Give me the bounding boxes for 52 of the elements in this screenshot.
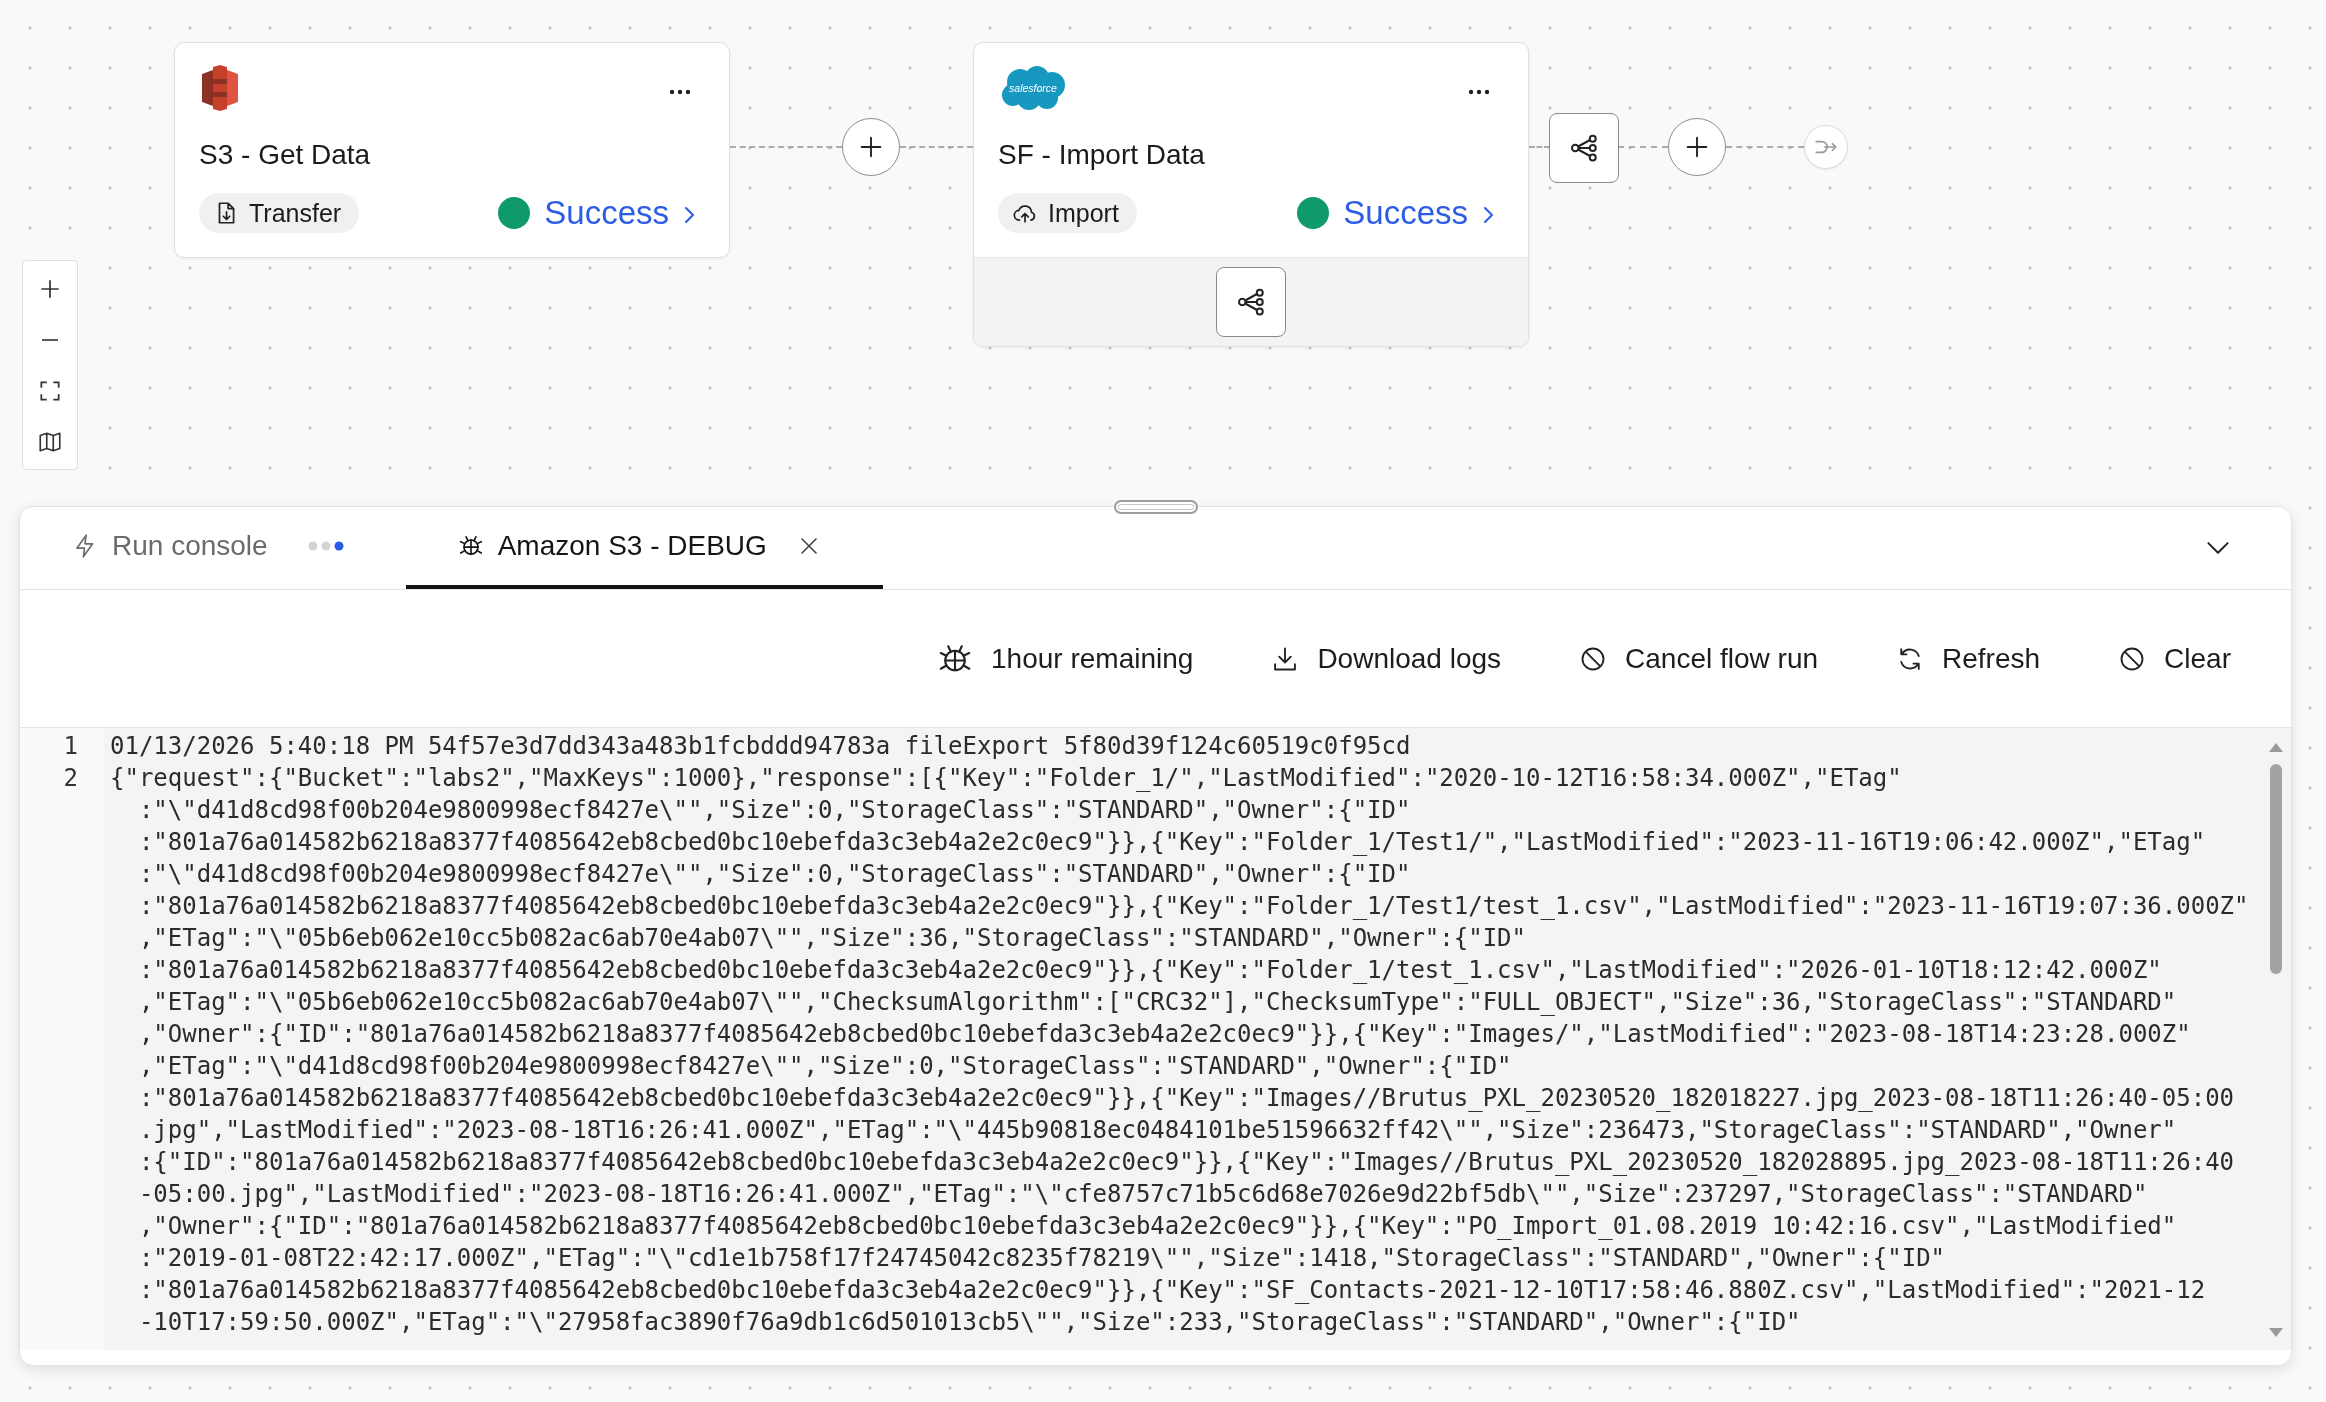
status-link[interactable]: Success	[544, 194, 701, 232]
log-line: :"2019-01-08T22:42:17.000Z","ETag":"\"cd1e1b758f17f24745042c8235f78219\"","Size":1418,"StorageClass":"STANDARD","Owner":{"ID"	[138, 1243, 1946, 1274]
status-link[interactable]: Success	[1343, 194, 1500, 232]
toolbar-button[interactable]: Download logs	[1271, 642, 1502, 675]
tab[interactable]: Run console	[20, 507, 406, 589]
log-line: ,"ETag":"\"05b6eb062e10cc5b082ac6ab70e4ab07\"","ChecksumAlgorithm":["CRC32"],"ChecksumType":"FULL_OBJECT","Size":36,"StorageClass":"STANDARD"	[138, 987, 2177, 1018]
log-line: {"request":{"Bucket":"labs2","MaxKeys":1000},"response":[{"Key":"Folder_1/","LastModified":"2020-10-12T16:58:34.000Z","ETag"	[110, 763, 1902, 794]
cloud-logo: salesforce	[1000, 65, 1066, 111]
line-number: 2	[63, 763, 78, 794]
branch-button[interactable]	[1216, 267, 1286, 337]
log-line: -10T17:59:50.000Z","ETag":"\"27958fac3890f76a9db1c6d501013cb5\"","Size":233,"StorageClass":"STANDARD","Owner":{"ID"	[138, 1307, 1801, 1338]
scrollbar-thumb[interactable]	[2270, 764, 2282, 974]
bucket-icon	[199, 65, 241, 111]
log-line: :"801a76a014582b6218a8377f4085642eb8cbed0bc10ebefda3c3eb4a2e2c0ec9"}},{"Key":"Images//Brutus_PXL_20230520_182018227.jpg_2023-08-18T11:26:40-05:00	[138, 1083, 2235, 1114]
flow-node[interactable]: salesforce SF - Import Data Import Success	[973, 42, 1529, 347]
end-node[interactable]	[1804, 125, 1848, 169]
log-line: :"\"d41d8cd98f00b204e9800998ecf8427e\"","Size":0,"StorageClass":"STANDARD","Owner":{"ID"	[138, 795, 1411, 826]
log-line: ,"ETag":"\"d41d8cd98f00b204e9800998ecf8427e\"","Size":0,"StorageClass":"STANDARD","Owner":{"ID"	[138, 1051, 1512, 1082]
log-line: :"801a76a014582b6218a8377f4085642eb8cbed0bc10ebefda3c3eb4a2e2c0ec9"}},{"Key":"Folder_1/Test1/test_1.csv","LastModified":"2023-11-16T19:07:36.000Z"	[138, 891, 2249, 922]
status-dot-icon	[1297, 197, 1330, 229]
chip-label: Transfer	[249, 198, 342, 228]
branch-button[interactable]	[1549, 113, 1619, 183]
chevron-down-icon	[2205, 540, 2231, 556]
log-line: -05:00.jpg","LastModified":"2023-08-18T16:26:41.000Z","ETag":"\"cfe8757c71b5c6d68e7026e9d22bf5db\"","Size":237297,"StorageClass":"STANDARD"	[138, 1179, 2148, 1210]
scroll-down-icon[interactable]	[2268, 1328, 2284, 1338]
branch-icon	[1236, 287, 1266, 317]
resize-handle[interactable]	[1113, 500, 1198, 514]
log-line: :"\"d41d8cd98f00b204e9800998ecf8427e\"","Size":0,"StorageClass":"STANDARD","Owner":{"ID"	[138, 859, 1411, 890]
branch-icon	[1569, 133, 1599, 163]
toolbar-button[interactable]: 1hour remaining	[937, 640, 1194, 677]
scroll-up-icon[interactable]	[2268, 742, 2284, 752]
node-title: SF - Import Data	[998, 138, 1205, 172]
toolbar-button[interactable]: Clear	[2118, 642, 2231, 675]
toolbar-button[interactable]: Refresh	[1896, 642, 2041, 675]
log-line: :"801a76a014582b6218a8377f4085642eb8cbed0bc10ebefda3c3eb4a2e2c0ec9"}},{"Key":"Folder_1/test_1.csv","LastModified":"2026-01-10T18:12:42.000Z"	[138, 955, 2162, 986]
log-line: ,"ETag":"\"05b6eb062e10cc5b082ac6ab70e4ab07\"","Size":36,"StorageClass":"STANDARD","Owner":{"ID"	[138, 923, 1526, 954]
node-title: S3 - Get Data	[199, 138, 371, 172]
log-line: :"801a76a014582b6218a8377f4085642eb8cbed0bc10ebefda3c3eb4a2e2c0ec9"}},{"Key":"Folder_1/Test1/","LastModified":"2023-11-16T19:06:42.000Z","ETag"	[138, 827, 2206, 858]
toolbar-button[interactable]: Cancel flow run	[1579, 642, 1819, 675]
chip-label: Import	[1048, 198, 1119, 228]
log-line: ,"Owner":{"ID":"801a76a014582b6218a8377f4085642eb8cbed0bc10ebefda3c3eb4a2e2c0ec9"}},{"Key":"Images/","LastModified":"2023-08-18T14:23:28.000Z"	[138, 1019, 2191, 1050]
log-line: .jpg","LastModified":"2023-08-18T16:26:41.000Z","ETag":"\"445b90818ec0484101be51596632ff42\"","Size":236473,"StorageClass":"STANDARD","Owner"	[138, 1115, 2177, 1146]
log-line: :{"ID":"801a76a014582b6218a8377f4085642eb8cbed0bc10ebefda3c3eb4a2e2c0ec9"}},{"Key":"Images//Brutus_PXL_20230520_182028895.jpg_2023-08-18T11:26:40	[138, 1147, 2235, 1178]
more-icon	[1468, 89, 1490, 95]
flow-node[interactable]: S3 - Get Data Transfer Success	[174, 42, 730, 258]
line-number: 1	[63, 731, 78, 762]
log-line: :"801a76a014582b6218a8377f4085642eb8cbed0bc10ebefda3c3eb4a2e2c0ec9"}},{"Key":"SF_Contacts-2021-12-10T17:58:46.880Z.csv","LastModified":"2021-12	[138, 1275, 2206, 1306]
log-line: ,"Owner":{"ID":"801a76a014582b6218a8377f4085642eb8cbed0bc10ebefda3c3eb4a2e2c0ec9"}},{"Key":"PO_Import_01.08.2019 10:42:16.csv","LastModified"	[138, 1211, 2177, 1242]
status-dot-icon	[498, 197, 531, 229]
tab[interactable]: Amazon S3 - DEBUG	[405, 507, 883, 589]
log-line: 01/13/2026 5:40:18 PM 54f57e3d7dd343a483b1fcbddd94783a fileExport 5f80d39f124c60519c0f95cd	[110, 731, 1411, 762]
more-icon	[669, 89, 691, 95]
